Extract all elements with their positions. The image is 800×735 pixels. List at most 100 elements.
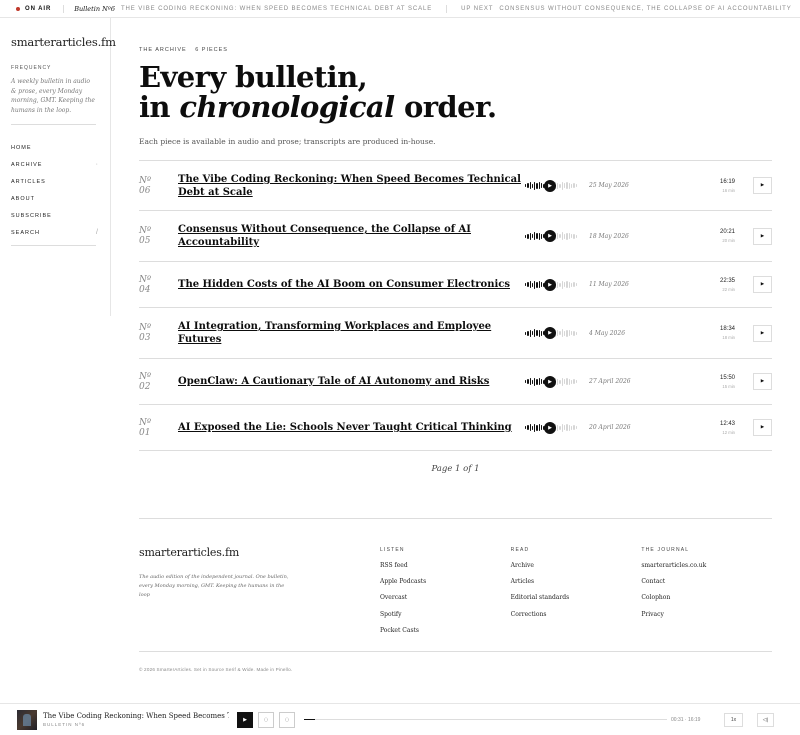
- footer-link-privacy[interactable]: Privacy: [641, 611, 772, 618]
- footer-link-journal-site[interactable]: smarterarticles.co.uk: [641, 562, 772, 569]
- waveform-bar: [536, 330, 538, 336]
- episode-row[interactable]: Nº 04 The Hidden Costs of the AI Boom on C…: [139, 262, 772, 308]
- episode-title-link[interactable]: The Hidden Costs of the AI Boom on Consu…: [178, 278, 524, 291]
- footer-link-apple-podcasts[interactable]: Apple Podcasts: [380, 578, 511, 585]
- episode-waveform[interactable]: ▶: [525, 278, 589, 292]
- episode-row[interactable]: Nº 02 OpenClaw: A Cautionary Tale of AI Au…: [139, 359, 772, 405]
- episode-play-button[interactable]: ▶: [753, 324, 772, 342]
- episode-play-button[interactable]: ▶: [753, 276, 772, 293]
- waveform-bar: [570, 282, 573, 287]
- episode-play-icon[interactable]: ▶: [544, 327, 556, 339]
- nav-item-articles[interactable]: ARTICLES: [11, 173, 99, 190]
- footer-col-read: READ Archive Articles Editorial standard…: [511, 546, 642, 634]
- ticker-now-title[interactable]: THE VIBE CODING RECKONING: WHEN SPEED BE…: [121, 6, 432, 12]
- footer-link-overcast[interactable]: Overcast: [380, 594, 511, 601]
- episode-waveform[interactable]: ▶: [525, 179, 589, 193]
- episode-title-link[interactable]: Consensus Without Consequence, the Colla…: [178, 223, 524, 249]
- nav-item-about[interactable]: ABOUT: [11, 190, 99, 207]
- waveform-bar: [559, 425, 561, 430]
- episode-title-link[interactable]: AI Exposed the Lie: Schools Never Taught…: [178, 421, 524, 434]
- waveform-bar: [534, 329, 536, 337]
- now-playing-bulletin: BULLETIN Nº6: [43, 722, 86, 727]
- episode-row[interactable]: Nº 01 AI Exposed the Lie: Schools Never Ta…: [139, 405, 772, 451]
- episode-play-button[interactable]: ▶: [753, 177, 772, 194]
- nav-item-search[interactable]: SEARCH /: [11, 224, 99, 241]
- waveform-bar: [566, 378, 568, 385]
- waveform-bar: [559, 379, 561, 384]
- episode-duration: 20:21 20 min: [707, 229, 752, 243]
- nav-item-archive[interactable]: ARCHIVE ·: [11, 156, 99, 173]
- waveform-bar: [531, 234, 534, 238]
- episode-play-icon[interactable]: ▶: [544, 278, 556, 291]
- title-emphasis: chronological: [179, 90, 395, 124]
- waveform-bar: [575, 283, 577, 286]
- waveform-bar: [561, 280, 564, 289]
- nav-item-label: ARTICLES: [11, 178, 46, 185]
- footer-link-rss[interactable]: RSS feed: [380, 562, 511, 569]
- episode-title-link[interactable]: The Vibe Coding Reckoning: When Speed Be…: [178, 173, 524, 199]
- waveform-bar: [570, 234, 573, 238]
- episode-row[interactable]: Nº 06 The Vibe Coding Reckoning: When Spee…: [139, 161, 772, 211]
- footer-divider: [139, 650, 772, 652]
- waveform-bar: [534, 377, 536, 386]
- playback-speed-button[interactable]: 1x: [724, 712, 743, 727]
- episode-title-link[interactable]: OpenClaw: A Cautionary Tale of AI Autono…: [178, 375, 524, 388]
- footer-link-pocket-casts[interactable]: Pocket Casts: [380, 627, 511, 634]
- footer-logo[interactable]: smarterarticles.fm: [139, 546, 380, 559]
- episode-waveform[interactable]: ▶: [525, 229, 589, 243]
- waveform-bar: [564, 379, 566, 384]
- archive-main: THE ARCHIVE 6 PIECES Every bulletin, in …: [139, 18, 772, 474]
- episode-play-button[interactable]: ▶: [753, 373, 772, 390]
- skip-back-button[interactable]: ◌: [258, 711, 274, 728]
- episode-play-icon[interactable]: ▶: [544, 179, 556, 192]
- sidebar-divider: [11, 245, 96, 246]
- episode-play-icon[interactable]: ▶: [544, 375, 556, 388]
- waveform-bar: [529, 329, 531, 337]
- episode-row[interactable]: Nº 05 Consensus Without Consequence, the C…: [139, 211, 772, 262]
- waveform-bar: [529, 424, 531, 431]
- player-progress-track[interactable]: [304, 719, 667, 720]
- footer-link-editorial-standards[interactable]: Editorial standards: [511, 594, 642, 601]
- episode-play-icon[interactable]: ▶: [544, 421, 556, 434]
- duration-time: 18:34: [719, 326, 735, 332]
- waveform-bar: [568, 424, 570, 431]
- nav-item-subscribe[interactable]: SUBSCRIBE: [11, 207, 99, 224]
- waveform-bar: [534, 181, 536, 190]
- episode-duration: 16:19 16 min: [707, 179, 752, 193]
- episode-play-button[interactable]: ▶: [753, 419, 772, 436]
- episode-waveform[interactable]: ▶: [525, 375, 589, 389]
- episode-play-button[interactable]: ▶: [753, 227, 772, 245]
- waveform-bar: [525, 331, 527, 335]
- waveform-bar: [575, 184, 577, 187]
- footer-link-corrections[interactable]: Corrections: [511, 611, 642, 618]
- play-icon: ▶: [243, 716, 247, 723]
- footer-link-contact[interactable]: Contact: [641, 578, 772, 585]
- episode-number: Nº 04: [139, 275, 178, 295]
- duration-time: 15:50: [719, 374, 735, 381]
- waveform-bar: [568, 378, 570, 385]
- skip-forward-button[interactable]: ◌: [279, 711, 295, 728]
- footer-heading: THE JOURNAL: [641, 547, 690, 553]
- episode-waveform[interactable]: ▶: [525, 421, 589, 435]
- footer-link-colophon[interactable]: Colophon: [641, 594, 772, 601]
- kicker-section: THE ARCHIVE: [139, 47, 187, 53]
- episode-date: 11 May 2026: [589, 281, 629, 288]
- waveform-bar: [566, 424, 568, 431]
- waveform-bar: [557, 424, 559, 431]
- footer-link-spotify[interactable]: Spotify: [380, 611, 511, 618]
- episode-row[interactable]: Nº 03 AI Integration, Transforming Workpla…: [139, 308, 772, 359]
- episode-play-icon[interactable]: ▶: [544, 230, 556, 242]
- episode-waveform[interactable]: ▶: [525, 326, 589, 340]
- footer-link-articles[interactable]: Articles: [511, 578, 642, 585]
- site-logo[interactable]: smarterarticles.fm: [11, 35, 116, 49]
- episode-number: Nº 02: [139, 372, 178, 392]
- volume-button[interactable]: ◁|: [757, 712, 774, 727]
- now-playing-title[interactable]: The Vibe Coding Reckoning: When Speed Be…: [43, 712, 229, 720]
- nav-item-home[interactable]: HOME: [11, 139, 99, 156]
- waveform-bar: [534, 280, 536, 289]
- ticker-up-next-title[interactable]: CONSENSUS WITHOUT CONSEQUENCE, THE COLLA…: [499, 6, 791, 12]
- play-button[interactable]: ▶: [237, 711, 253, 728]
- episode-title-link[interactable]: AI Integration, Transforming Workplaces …: [178, 320, 524, 346]
- footer-link-archive[interactable]: Archive: [511, 562, 642, 569]
- episode-number: Nº 01: [139, 418, 178, 438]
